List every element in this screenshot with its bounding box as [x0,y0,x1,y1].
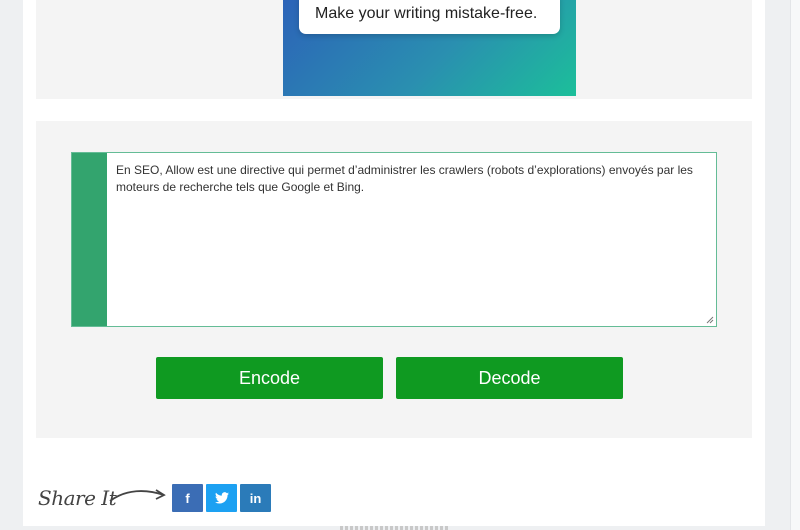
twitter-icon[interactable] [206,484,237,512]
twitter-bird-icon [214,492,229,504]
resize-grip-icon[interactable] [706,316,714,324]
encoder-panel: En SEO, Allow est une directive qui perm… [36,121,752,438]
ad-banner[interactable]: Make your writing mistake-free. [283,0,576,96]
ad-bubble: Make your writing mistake-free. [299,0,560,34]
input-text[interactable]: En SEO, Allow est une directive qui perm… [116,162,708,196]
arrow-right-icon [109,489,166,502]
footer-partial [340,526,450,530]
facebook-icon[interactable]: f [172,484,203,512]
input-accent-bar [72,153,107,326]
ad-tagline: Make your writing mistake-free. [315,5,538,22]
linkedin-icon[interactable]: in [240,484,271,512]
text-input[interactable]: En SEO, Allow est une directive qui perm… [71,152,717,327]
ad-panel: Make your writing mistake-free. [36,0,752,99]
encode-button[interactable]: Encode [156,357,383,399]
share-label: Share It [38,486,117,510]
decode-button[interactable]: Decode [396,357,623,399]
facebook-glyph: f [185,490,190,506]
linkedin-glyph: in [249,490,262,506]
page-scrollbar[interactable] [790,0,800,530]
